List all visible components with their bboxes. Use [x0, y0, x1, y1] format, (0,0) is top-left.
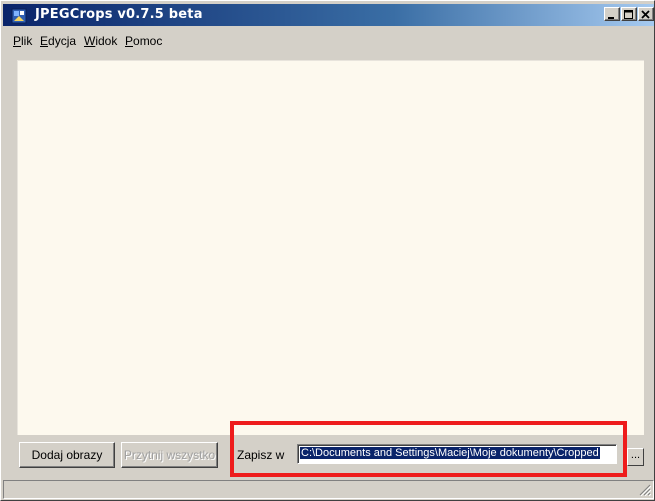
- image-list-area[interactable]: [17, 60, 644, 435]
- window-title: JPEGCrops v0.7.5 beta: [35, 7, 203, 22]
- menu-label: idok: [95, 34, 118, 48]
- menu-label: lik: [21, 34, 33, 48]
- menu-item-pomoc[interactable]: Pomoc: [125, 34, 162, 48]
- close-icon: [641, 10, 650, 19]
- menu-accel: P: [125, 34, 134, 48]
- status-bar: [3, 480, 654, 499]
- menu-item-widok[interactable]: Widok: [84, 34, 117, 48]
- browse-folder-button[interactable]: ...: [627, 448, 644, 466]
- resize-grip-icon[interactable]: [639, 484, 651, 496]
- crop-all-button[interactable]: Przytnij wszystko: [121, 442, 218, 468]
- minimize-icon: [608, 17, 614, 19]
- maximize-icon: [624, 10, 633, 19]
- app-window: JPEGCrops v0.7.5 beta Plik Edycja Widok …: [0, 0, 655, 501]
- jpegcrops-app-icon: [11, 8, 27, 24]
- menu-label: omoc: [133, 34, 163, 48]
- save-path-text: C:\Documents and Settings\Maciej\Moje do…: [300, 447, 600, 459]
- minimize-button[interactable]: [604, 7, 620, 21]
- close-button[interactable]: [638, 7, 654, 21]
- menu-accel: W: [84, 34, 96, 48]
- menu-label: dycja: [48, 34, 77, 48]
- title-bar[interactable]: JPEGCrops v0.7.5 beta: [3, 4, 654, 26]
- save-to-label: Zapisz w: [237, 448, 285, 462]
- save-path-input[interactable]: C:\Documents and Settings\Maciej\Moje do…: [297, 444, 617, 464]
- menu-accel: E: [40, 34, 49, 48]
- menu-item-plik[interactable]: Plik: [13, 34, 32, 48]
- menu-item-edycja[interactable]: Edycja: [40, 34, 76, 48]
- maximize-button[interactable]: [621, 7, 637, 21]
- add-images-button[interactable]: Dodaj obrazy: [19, 442, 115, 468]
- menu-accel: P: [13, 34, 22, 48]
